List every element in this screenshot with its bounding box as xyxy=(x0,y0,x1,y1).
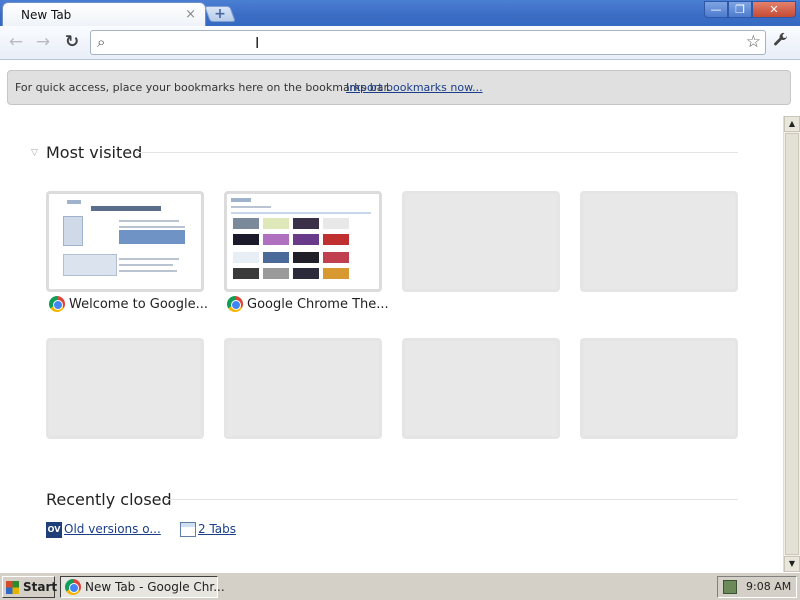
tab-title: New Tab xyxy=(21,8,72,22)
taskbar: Start New Tab - Google Chr... 9:08 AM xyxy=(0,572,800,600)
tab-new-tab[interactable]: New Tab × xyxy=(2,2,206,27)
recently-closed-link[interactable]: Old versions o... xyxy=(64,522,161,536)
mini-video xyxy=(119,230,185,244)
mini-sidebar xyxy=(63,216,83,246)
mini-line xyxy=(119,264,173,266)
new-tab-button[interactable]: + xyxy=(204,6,236,22)
thumbnail-chrome-themes[interactable] xyxy=(224,191,382,292)
bookmarks-bar-message: For quick access, place your bookmarks h… xyxy=(15,81,391,94)
thumbnail-empty xyxy=(224,338,382,439)
mini-line xyxy=(119,270,177,272)
network-icon[interactable] xyxy=(723,580,737,594)
back-arrow-icon[interactable]: ← xyxy=(5,31,27,53)
mini-screenshot xyxy=(63,254,117,276)
mini-line xyxy=(119,226,185,228)
thumbnail-welcome[interactable] xyxy=(46,191,204,292)
mini-line xyxy=(119,258,179,260)
scroll-down-arrow-icon[interactable]: ▼ xyxy=(784,556,800,572)
wrench-menu-icon[interactable] xyxy=(773,32,789,52)
toolbar: ← → ↻ ⌕ I ☆ xyxy=(0,26,800,60)
most-visited-title: Most visited xyxy=(46,143,143,162)
restore-button[interactable]: ❐ xyxy=(728,1,752,18)
chrome-favicon-icon xyxy=(227,296,243,312)
thumbnail-empty xyxy=(402,338,560,439)
mini-line xyxy=(119,220,179,222)
omnibox[interactable]: ⌕ I ☆ xyxy=(90,30,766,55)
tab-close-icon[interactable]: × xyxy=(185,7,196,22)
scroll-up-arrow-icon[interactable]: ▲ xyxy=(784,116,800,132)
start-label: Start xyxy=(23,580,58,594)
clock: 9:08 AM xyxy=(746,580,792,593)
taskbar-item-label: New Tab - Google Chr... xyxy=(85,580,225,594)
vertical-scrollbar[interactable]: ▲ ▼ xyxy=(783,116,800,572)
close-window-button[interactable]: ✕ xyxy=(752,1,796,18)
plus-icon: + xyxy=(214,6,226,22)
mini-line xyxy=(231,206,271,208)
mini-heading xyxy=(91,206,161,211)
thumbnail-empty xyxy=(580,191,738,292)
mini-tabs xyxy=(231,212,371,214)
collapse-triangle-icon[interactable]: ▽ xyxy=(31,148,38,158)
divider xyxy=(164,499,738,500)
taskbar-item-chrome[interactable]: New Tab - Google Chr... xyxy=(60,576,225,598)
thumbnail-empty xyxy=(580,338,738,439)
scrollbar-thumb[interactable] xyxy=(785,133,799,555)
thumbnail-label[interactable]: Welcome to Google... xyxy=(69,297,208,312)
title-bar: New Tab × + — ❐ ✕ xyxy=(0,0,800,27)
thumbnail-empty xyxy=(402,191,560,292)
text-cursor-icon: I xyxy=(255,34,260,52)
chrome-favicon-icon xyxy=(65,579,81,595)
chrome-favicon-icon xyxy=(49,296,65,312)
forward-arrow-icon[interactable]: → xyxy=(32,31,54,53)
search-icon: ⌕ xyxy=(97,33,106,51)
divider xyxy=(136,152,738,153)
mini-logo xyxy=(67,200,81,204)
ov-icon: OV xyxy=(46,522,62,538)
system-tray: 9:08 AM xyxy=(717,576,797,598)
reload-icon[interactable]: ↻ xyxy=(61,31,83,53)
thumbnail-empty xyxy=(46,338,204,439)
address-input[interactable] xyxy=(117,33,727,52)
window-icon xyxy=(180,522,196,537)
windows-logo-icon xyxy=(6,581,19,594)
bookmark-star-icon[interactable]: ☆ xyxy=(746,32,761,52)
recently-closed-link[interactable]: 2 Tabs xyxy=(198,522,236,536)
recently-closed-title: Recently closed xyxy=(46,490,172,509)
bookmarks-bar: For quick access, place your bookmarks h… xyxy=(7,70,791,105)
thumbnail-label[interactable]: Google Chrome The... xyxy=(247,297,389,312)
new-tab-page: ▽ Most visited Welcome to Google... Goog… xyxy=(0,114,783,572)
mini-logo xyxy=(231,198,251,202)
minimize-button[interactable]: — xyxy=(704,1,728,18)
start-button[interactable]: Start xyxy=(2,576,58,598)
import-bookmarks-link[interactable]: Import bookmarks now... xyxy=(346,81,483,94)
